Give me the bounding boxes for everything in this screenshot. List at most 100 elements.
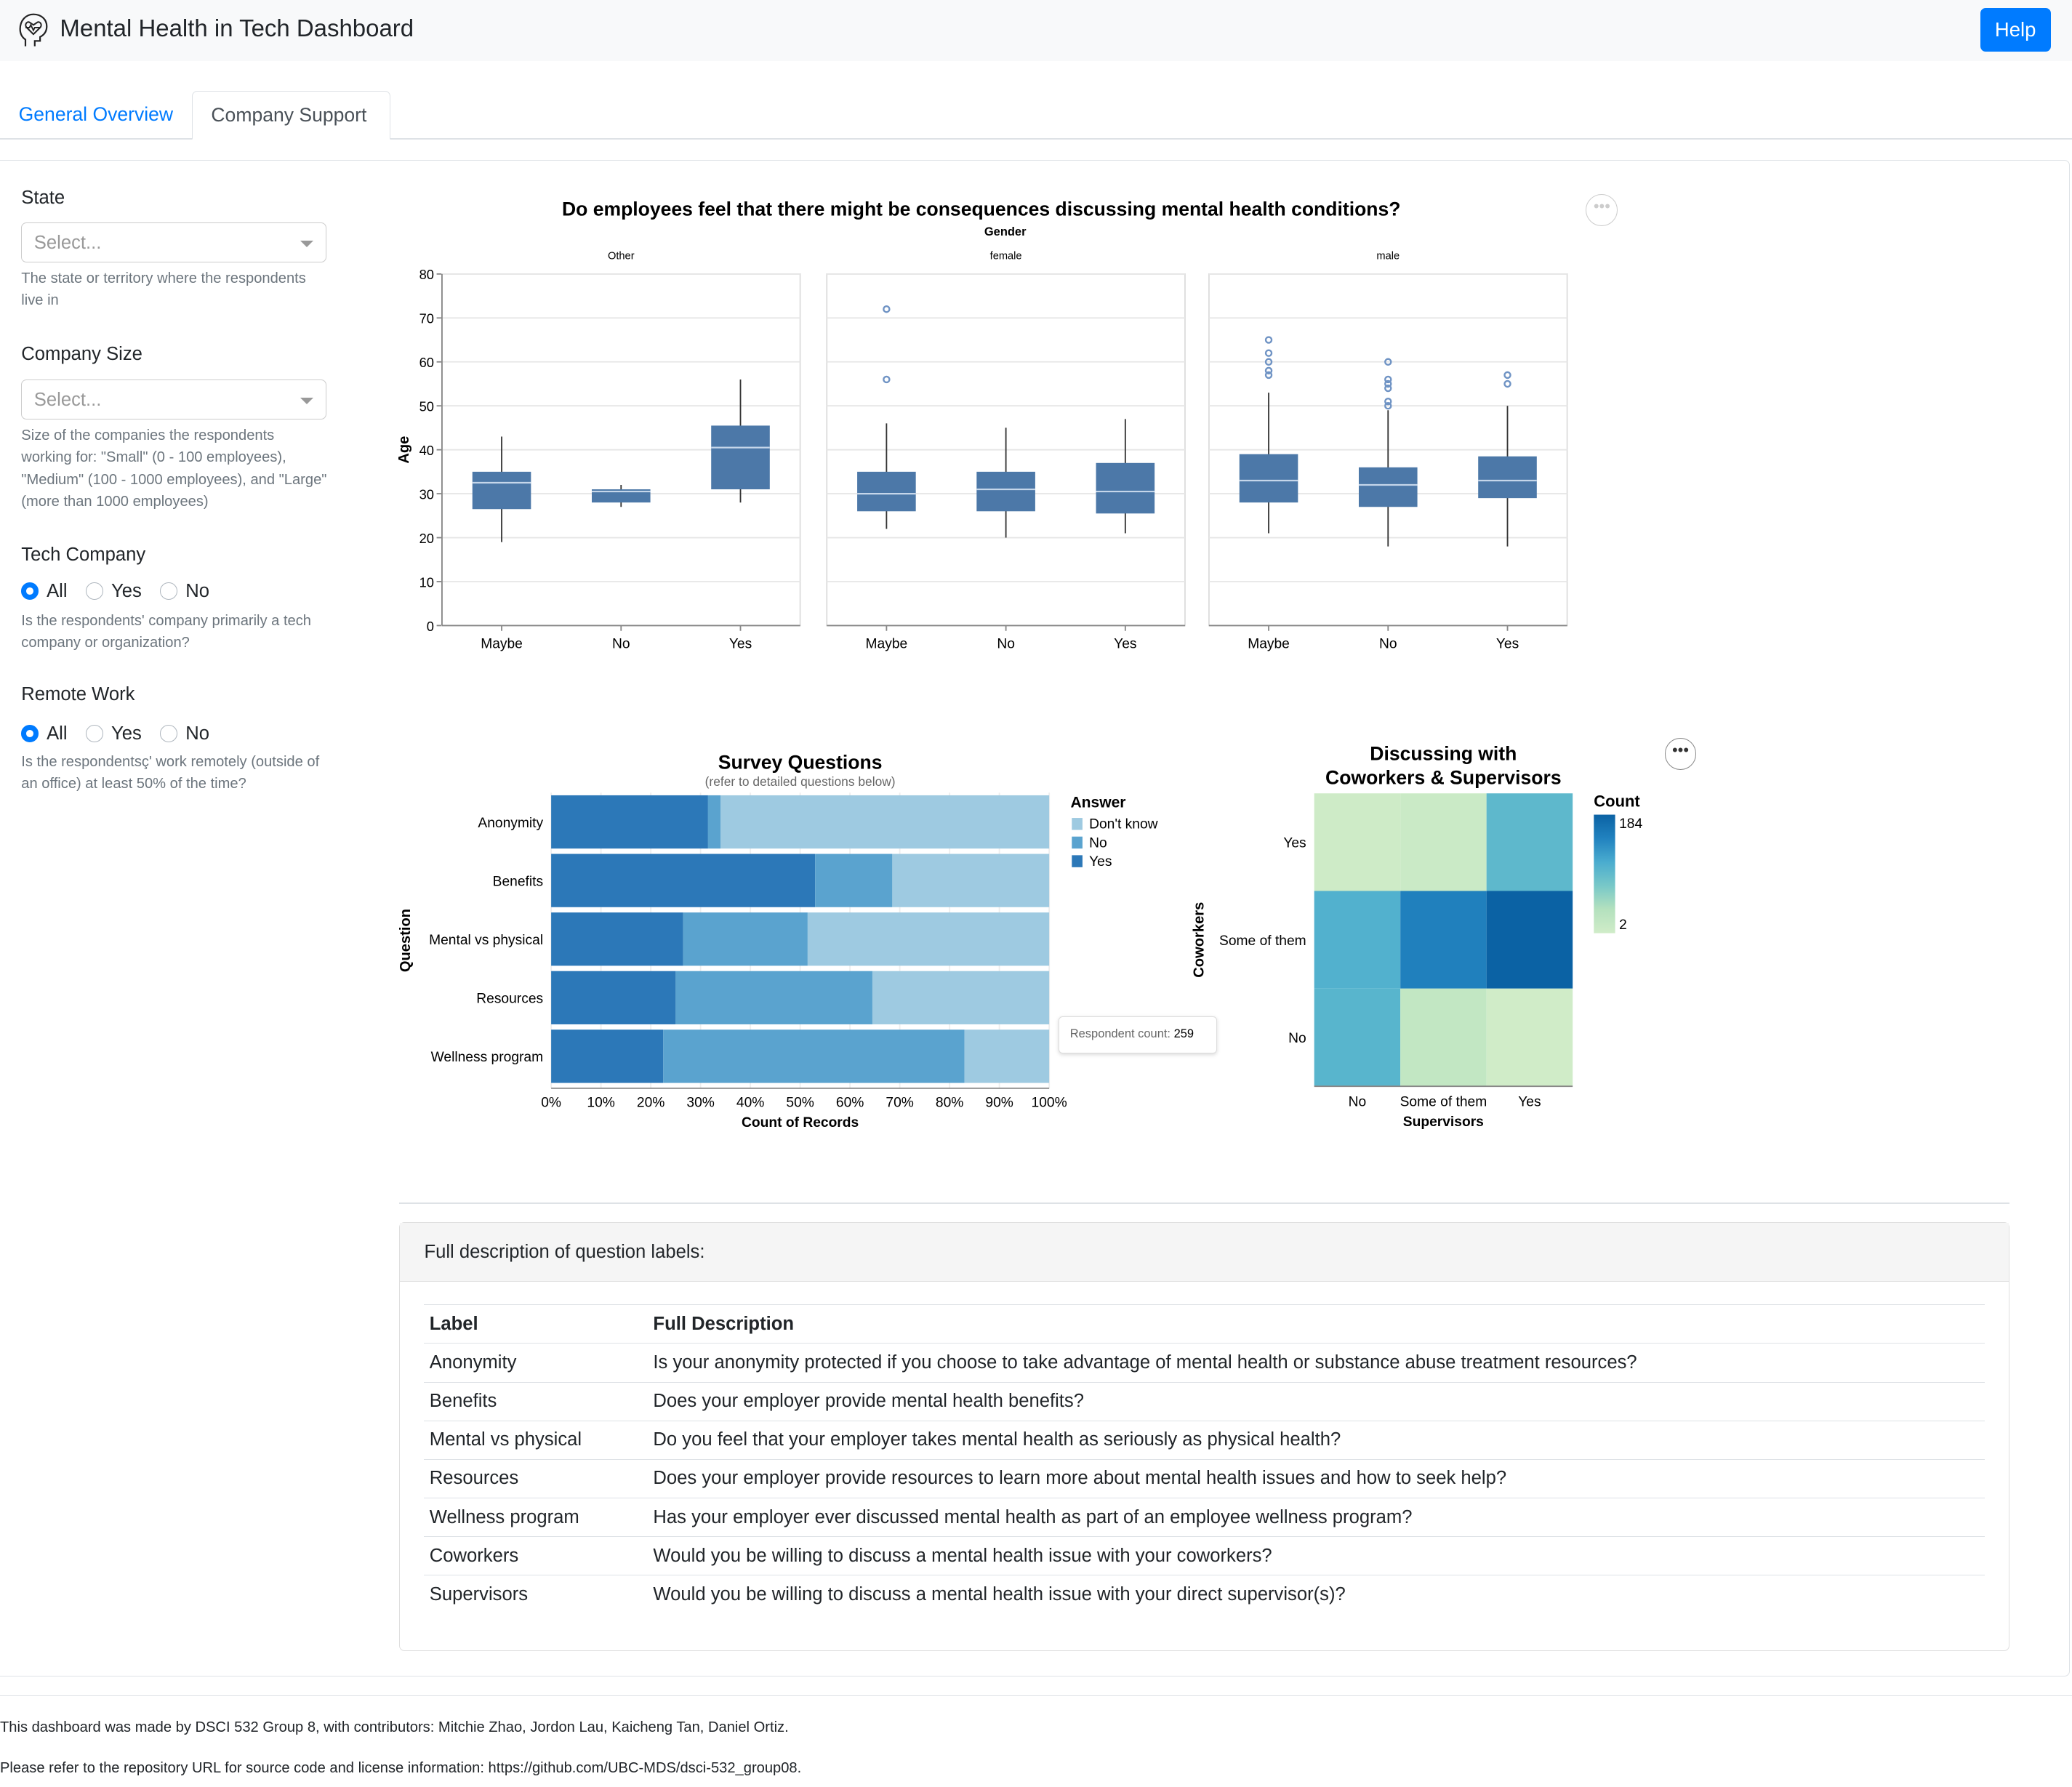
radio-button[interactable] (86, 725, 103, 742)
table-row: Coworkers Would you be willing to discuss… (424, 1536, 1985, 1575)
bar-segment (675, 971, 873, 1024)
company-size-help: Size of the companies the respondents wo… (21, 427, 327, 510)
description-cell: Has your employer ever discussed mental … (648, 1498, 1985, 1537)
y-tick-label: 30 (419, 487, 434, 502)
column-header: Full Description (648, 1304, 1985, 1344)
color-legend-gradient (1594, 814, 1615, 933)
radio-button[interactable] (86, 582, 103, 600)
outlier-point (1503, 372, 1511, 380)
chart-actions-menu[interactable]: ••• (1664, 737, 1697, 770)
box (711, 425, 770, 490)
tech-company-radio-all[interactable]: All (21, 581, 68, 602)
radio-label: No (185, 580, 209, 601)
radio-label: Yes (111, 723, 142, 744)
box (857, 472, 916, 512)
survey-bar-chart: Survey Questions(refer to detailed quest… (398, 751, 1158, 1131)
remote-work-radio-yes[interactable]: Yes (86, 723, 142, 744)
tech-company-radio-no[interactable]: No (160, 581, 209, 602)
x-tick-label: Maybe (481, 637, 523, 652)
radio-button[interactable] (21, 582, 39, 600)
bar-segment (872, 971, 1050, 1024)
x-tick-label: 40% (736, 1095, 764, 1110)
remote-work-radio-all[interactable]: All (21, 723, 68, 744)
state-placeholder: Select... (33, 232, 102, 253)
x-tick-label: 90% (986, 1095, 1013, 1110)
y-tick-label: Yes (1283, 836, 1306, 851)
remote-work-help: Is the respondentsç' work remotely (outs… (21, 754, 320, 792)
bar-segment (551, 971, 676, 1024)
radio-label: No (185, 723, 209, 744)
y-tick-label: No (1288, 1032, 1306, 1047)
table-row: Supervisors Would you be willing to discu… (424, 1575, 1985, 1614)
radio-label: Yes (111, 580, 142, 601)
facet-label: female (990, 251, 1022, 262)
y-tick-label: 70 (419, 311, 434, 326)
heatmap-cell (1400, 793, 1487, 891)
bar-segment (683, 912, 808, 965)
table-row: Benefits Does your employer provide menta… (424, 1381, 1985, 1421)
remote-work-radio-no[interactable]: No (160, 723, 209, 744)
bar-segment (708, 795, 721, 848)
bar-segment (663, 1029, 965, 1083)
label-cell: Supervisors (424, 1575, 648, 1614)
y-tick-label: 50 (419, 399, 434, 414)
bar-segment (551, 795, 709, 848)
table-row: Mental vs physical Do you feel that your … (424, 1420, 1985, 1460)
state-dropdown[interactable]: Select... (21, 222, 326, 262)
x-tick-label: Maybe (1248, 637, 1290, 652)
navbar: Mental Health in Tech Dashboard Help (0, 0, 2072, 62)
y-tick-label: 80 (419, 268, 434, 283)
tab-general-overview[interactable]: General Overview (0, 91, 192, 139)
bar-segment (720, 795, 1050, 848)
table-row: Resources Does your employer provide reso… (424, 1458, 1985, 1498)
legend-swatch (1072, 854, 1083, 867)
tech-company-label: Tech Company (21, 545, 146, 566)
facet-label: male (1377, 251, 1400, 262)
radio-button[interactable] (160, 725, 178, 742)
y-axis-label: Coworkers (1192, 902, 1208, 978)
heatmap-chart: Discussing withCoworkers & Supervisors Ye… (1192, 743, 1643, 1131)
x-tick-label: 50% (787, 1095, 814, 1110)
x-tick-label: 80% (936, 1095, 963, 1110)
chart-title: Do employees feel that there might be co… (562, 198, 1401, 220)
radio-button[interactable] (160, 582, 178, 600)
radio-button[interactable] (21, 725, 39, 742)
label-cell: Resources (424, 1458, 648, 1498)
company-size-dropdown[interactable]: Select... (21, 380, 326, 419)
footer-repo: Please refer to the repository URL for s… (0, 1760, 802, 1777)
box (1359, 467, 1418, 507)
table-row: Wellness program Has your employer ever d… (424, 1498, 1985, 1537)
chevron-down-icon (300, 397, 314, 404)
outlier-point (1503, 380, 1511, 388)
chevron-down-icon (300, 240, 314, 247)
description-cell: Would you be willing to discuss a mental… (648, 1575, 1985, 1614)
y-tick-label: Wellness program (431, 1050, 544, 1065)
tech-company-radio-yes[interactable]: Yes (86, 581, 142, 602)
x-tick-label: 100% (1032, 1095, 1067, 1110)
y-tick-label: 40 (419, 443, 434, 458)
heatmap-cell (1486, 793, 1573, 891)
divider (0, 1695, 2072, 1697)
bar-segment (808, 912, 1050, 965)
y-tick-label: Benefits (493, 874, 543, 889)
legend-swatch (1072, 836, 1083, 848)
box (1478, 457, 1537, 499)
x-tick-label: No (997, 637, 1015, 652)
legend-title: Count (1594, 792, 1640, 811)
box (1239, 454, 1298, 503)
label-cell: Coworkers (424, 1536, 648, 1575)
bar-segment (964, 1029, 1050, 1083)
tech-company-radio-group: All Yes No (21, 581, 209, 602)
help-button[interactable]: Help (1980, 7, 2051, 52)
legend-title: Answer (1071, 794, 1126, 811)
bar-segment (551, 854, 816, 907)
heatmap-cell (1314, 793, 1401, 891)
table-row: Anonymity Is your anonymity protected if … (424, 1343, 1985, 1382)
y-axis-label: Age (396, 436, 412, 464)
tab-company-support[interactable]: Company Support (191, 90, 390, 140)
facet-label: Other (608, 251, 635, 262)
y-tick-label: 10 (419, 575, 434, 590)
outlier-point (883, 376, 891, 384)
app-title: Mental Health in Tech Dashboard (60, 15, 414, 42)
heatmap-cell (1486, 891, 1573, 989)
